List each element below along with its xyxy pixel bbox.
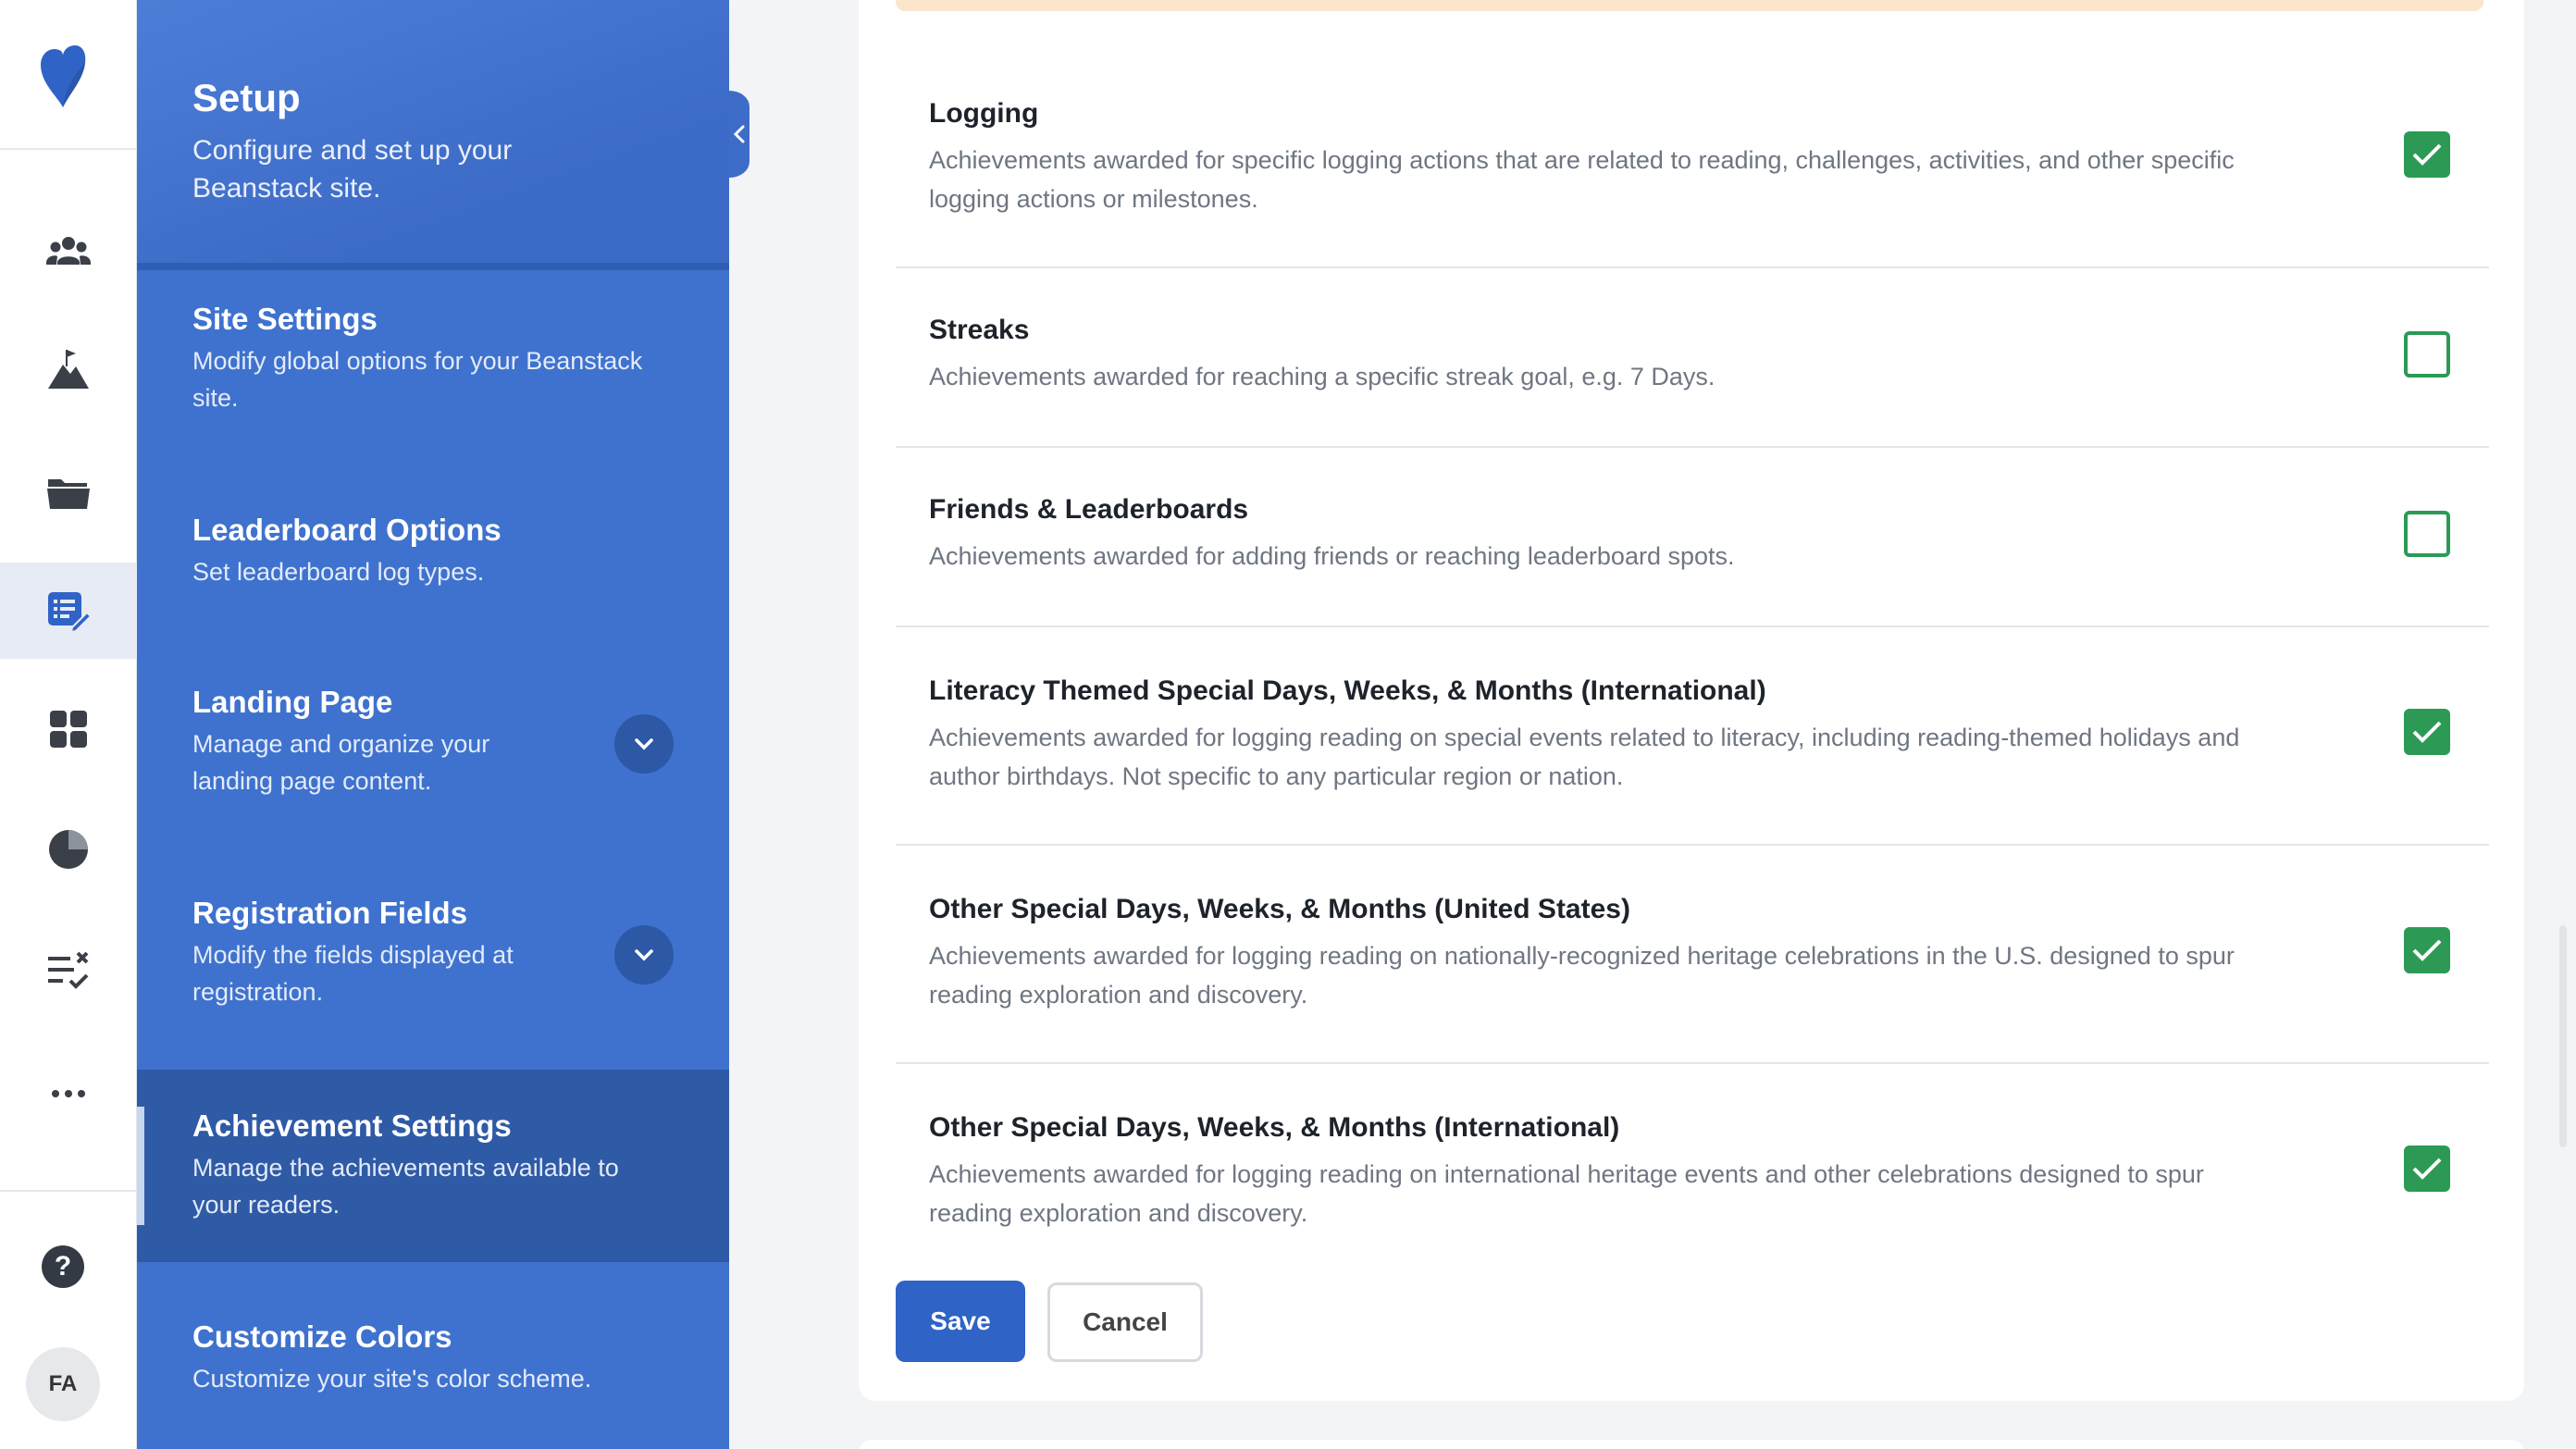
achievement-row-logging: Logging Achievements awarded for specifi… bbox=[896, 67, 2489, 268]
achievement-row-streaks: Streaks Achievements awarded for reachin… bbox=[896, 268, 2489, 448]
nav-item-desc: Modify the fields displayed at registrat… bbox=[192, 941, 514, 1006]
nav-item-desc: Manage and organize your landing page co… bbox=[192, 730, 490, 795]
tasks-nav[interactable] bbox=[0, 922, 137, 1018]
rail-divider-bottom bbox=[0, 1190, 137, 1192]
friends-leaderboards-checkbox[interactable] bbox=[2404, 511, 2450, 557]
registration-fields-expand-button[interactable] bbox=[614, 925, 674, 985]
achievement-title: Logging bbox=[929, 98, 1039, 129]
logging-checkbox[interactable] bbox=[2404, 131, 2450, 178]
achievement-desc: Achievements awarded for adding friends … bbox=[929, 542, 1735, 570]
readers-nav[interactable] bbox=[0, 204, 137, 300]
streaks-checkbox[interactable] bbox=[2404, 331, 2450, 378]
achievement-title: Literacy Themed Special Days, Weeks, & M… bbox=[929, 675, 1766, 706]
chevron-down-icon bbox=[635, 738, 653, 750]
nav-item-desc: Manage the achievements available to you… bbox=[192, 1154, 619, 1219]
reports-icon bbox=[49, 830, 88, 869]
landing-page-expand-button[interactable] bbox=[614, 714, 674, 774]
help-icon[interactable]: ? bbox=[42, 1245, 84, 1288]
achievement-desc: Achievements awarded for reaching a spec… bbox=[929, 363, 1715, 390]
achievement-desc: Achievements awarded for logging reading… bbox=[929, 1160, 2204, 1227]
nav-item-site-settings[interactable]: Site Settings Modify global options for … bbox=[137, 278, 729, 453]
achievement-title: Other Special Days, Weeks, & Months (Uni… bbox=[929, 894, 1630, 924]
achievement-title: Other Special Days, Weeks, & Months (Int… bbox=[929, 1112, 1620, 1143]
achievement-desc: Achievements awarded for specific loggin… bbox=[929, 146, 2235, 213]
widgets-icon bbox=[50, 711, 87, 748]
checkmark-icon bbox=[2412, 1158, 2442, 1180]
checkmark-icon bbox=[2412, 939, 2442, 961]
settings-nav-panel: Setup Configure and set up your Beanstac… bbox=[137, 0, 729, 1449]
folders-nav[interactable] bbox=[0, 444, 137, 540]
achievement-desc: Achievements awarded for logging reading… bbox=[929, 942, 2235, 1009]
next-section-card bbox=[859, 1440, 2524, 1449]
setup-header: Setup Configure and set up your Beanstac… bbox=[137, 0, 729, 270]
nav-item-title: Leaderboard Options bbox=[192, 513, 502, 547]
readers-icon bbox=[46, 237, 91, 265]
setup-nav[interactable] bbox=[0, 563, 137, 659]
nav-item-desc: Modify global options for your Beanstack… bbox=[192, 347, 643, 412]
achievement-desc: Achievements awarded for logging reading… bbox=[929, 724, 2240, 790]
folder-icon bbox=[47, 479, 90, 509]
tasks-icon bbox=[48, 951, 89, 989]
challenges-icon bbox=[48, 350, 89, 389]
reports-nav[interactable] bbox=[0, 801, 137, 898]
avatar[interactable]: FA bbox=[26, 1347, 100, 1421]
more-icon bbox=[52, 1090, 85, 1097]
achievement-row-other-international: Other Special Days, Weeks, & Months (Int… bbox=[896, 1064, 2489, 1268]
setup-subtitle: Configure and set up your Beanstack site… bbox=[192, 135, 513, 204]
challenges-nav[interactable] bbox=[0, 324, 137, 420]
heart-logo-icon[interactable] bbox=[37, 43, 89, 109]
nav-item-desc: Customize your site's color scheme. bbox=[192, 1365, 592, 1393]
checkmark-icon bbox=[2412, 721, 2442, 743]
nav-item-leaderboard-options[interactable]: Leaderboard Options Set leaderboard log … bbox=[137, 481, 729, 638]
icon-rail: ? FA bbox=[0, 0, 137, 1449]
collapse-panel-button[interactable] bbox=[729, 91, 749, 178]
other-international-checkbox[interactable] bbox=[2404, 1146, 2450, 1192]
achievement-row-friends-leaderboards: Friends & Leaderboards Achievements awar… bbox=[896, 448, 2489, 627]
nav-item-title: Landing Page bbox=[192, 685, 393, 719]
notice-banner-edge bbox=[896, 0, 2483, 11]
save-button[interactable]: Save bbox=[896, 1281, 1025, 1362]
setup-icon bbox=[48, 592, 93, 634]
nav-item-desc: Set leaderboard log types. bbox=[192, 558, 485, 586]
achievement-row-other-united-states: Other Special Days, Weeks, & Months (Uni… bbox=[896, 846, 2489, 1064]
chevron-left-icon bbox=[733, 125, 745, 143]
nav-item-registration-fields[interactable]: Registration Fields Modify the fields di… bbox=[137, 879, 729, 1055]
nav-item-title: Achievement Settings bbox=[192, 1108, 512, 1143]
cancel-button[interactable]: Cancel bbox=[1047, 1282, 1203, 1362]
widgets-nav[interactable] bbox=[0, 681, 137, 777]
checkmark-icon bbox=[2412, 143, 2442, 166]
nav-item-customize-colors[interactable]: Customize Colors Customize your site's c… bbox=[137, 1292, 729, 1449]
achievement-title: Friends & Leaderboards bbox=[929, 494, 1249, 525]
more-nav[interactable] bbox=[0, 1047, 137, 1140]
other-united-states-checkbox[interactable] bbox=[2404, 927, 2450, 973]
nav-item-achievement-settings[interactable]: Achievement Settings Manage the achievem… bbox=[137, 1070, 729, 1262]
achievement-title: Streaks bbox=[929, 315, 1030, 345]
scrollbar[interactable] bbox=[2559, 925, 2567, 1147]
setup-title: Setup bbox=[192, 76, 301, 119]
rail-divider-top bbox=[0, 148, 137, 150]
literacy-international-checkbox[interactable] bbox=[2404, 709, 2450, 755]
nav-item-title: Site Settings bbox=[192, 302, 378, 336]
nav-item-title: Customize Colors bbox=[192, 1319, 452, 1354]
nav-item-landing-page[interactable]: Landing Page Manage and organize your la… bbox=[137, 666, 729, 842]
chevron-down-icon bbox=[635, 949, 653, 961]
achievement-row-literacy-international: Literacy Themed Special Days, Weeks, & M… bbox=[896, 627, 2489, 846]
nav-item-title: Registration Fields bbox=[192, 896, 468, 930]
